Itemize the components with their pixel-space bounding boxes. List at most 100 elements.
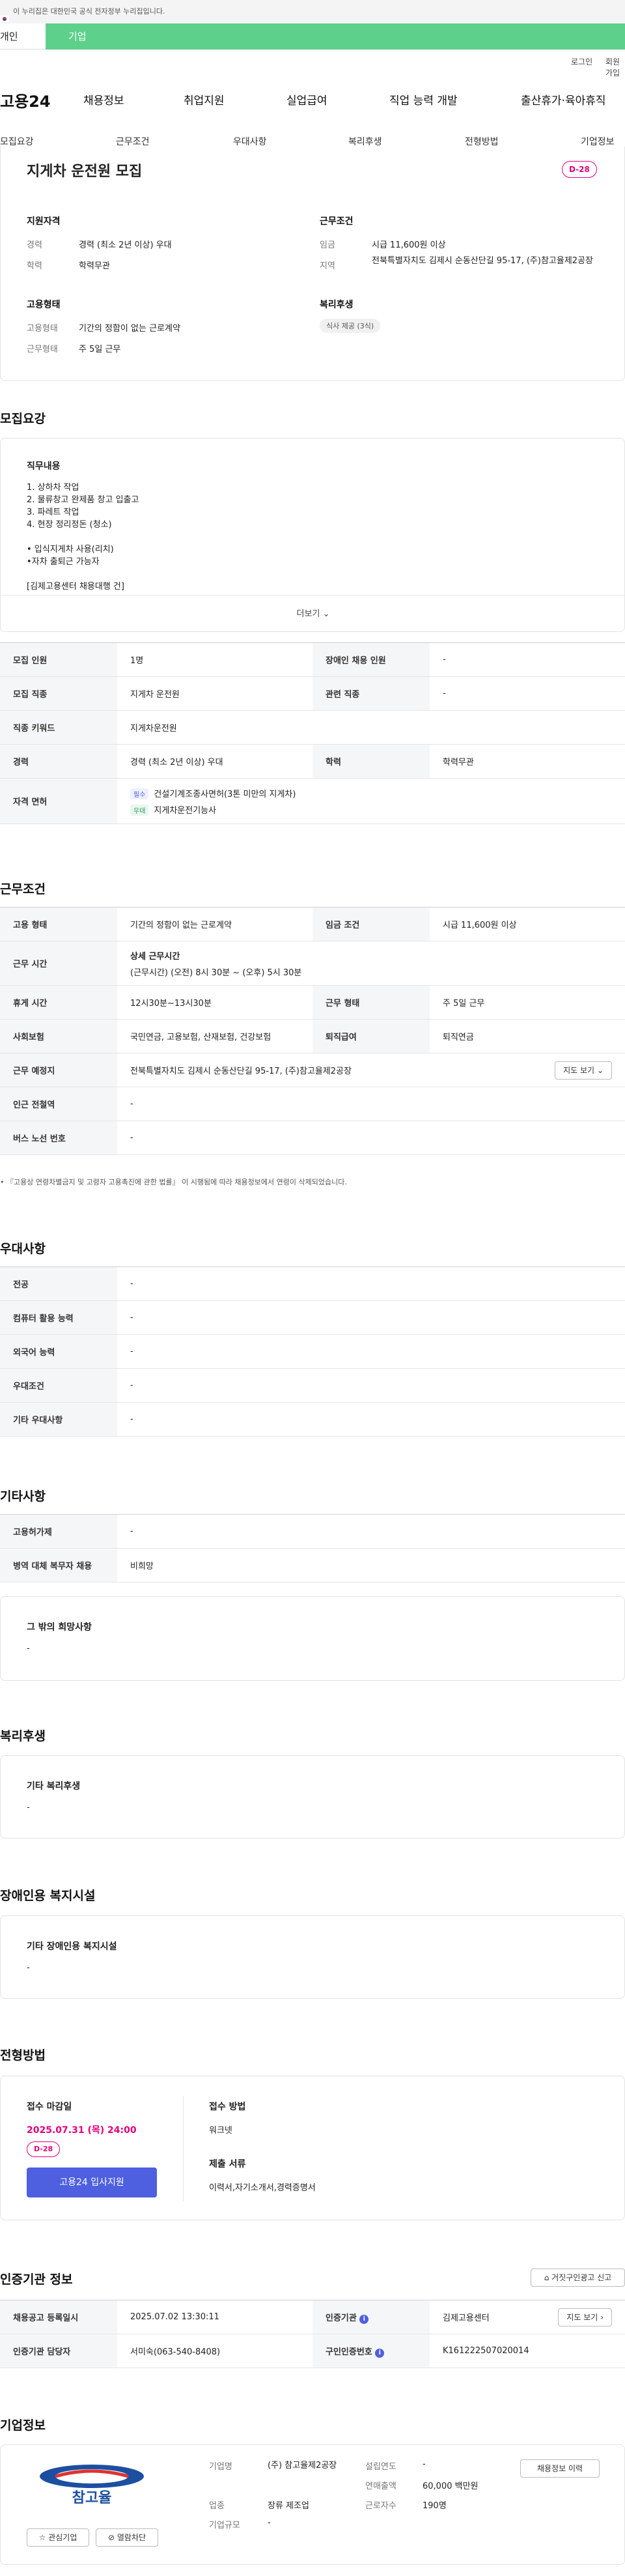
tab-business[interactable]: 기업 bbox=[46, 23, 625, 50]
wage-label: 임금 bbox=[320, 240, 335, 250]
tab-welfare[interactable]: 복리후생 bbox=[348, 135, 382, 148]
company-name-value: (주) 참고율제2공장 bbox=[268, 2461, 337, 2470]
age-note: • 『고용상 연령차별금지 및 고령자 고용촉진에 관한 법률』 이 시행됨에 … bbox=[0, 1178, 347, 1186]
cell-label: 구인인증번호 i bbox=[312, 2334, 430, 2368]
map-button[interactable]: 지도 보기 ⌄ bbox=[555, 1061, 612, 1080]
report-button[interactable]: ⌂ 거짓구인광고 신고 bbox=[531, 2268, 625, 2287]
cell-label: 휴게 시간 bbox=[0, 985, 117, 1020]
star-icon: ☆ bbox=[38, 2533, 46, 2542]
table-row: 모집 인원 1명 장애인 채용 인원 - bbox=[0, 642, 625, 677]
info-icon[interactable]: i bbox=[359, 2314, 369, 2324]
table-row: 근무 시간 상세 근무시간 (근무시간) (오전) 8시 30분 ~ (오후) … bbox=[0, 941, 625, 986]
cell-value: - bbox=[117, 1402, 625, 1437]
cert-table: 채용공고 등록일시 2025.07.02 13:30:11 인증기관 i 김제고… bbox=[0, 2300, 625, 2368]
cert-map-button[interactable]: 지도 보기 › bbox=[558, 2308, 612, 2326]
table-row: 직종 키워드 지게차운전원 bbox=[0, 710, 625, 745]
duty-line: 2. 물류창고 완제품 창고 입출고 bbox=[27, 495, 139, 505]
interest-label: 관심기업 bbox=[48, 2533, 77, 2542]
tab-conditions[interactable]: 근무조건 bbox=[116, 135, 150, 148]
chevron-down-icon: ⌄ bbox=[322, 609, 330, 619]
recruit-title: 모집요강 bbox=[0, 412, 46, 426]
region-value: 전북특별자치도 김제시 순동산단길 95-17, (주)참고율제2공장 bbox=[372, 256, 593, 266]
tab-preferences[interactable]: 우대사항 bbox=[233, 135, 267, 148]
cell-value: 퇴직연금 bbox=[430, 1019, 625, 1053]
apply-button[interactable]: 고용24 입사지원 bbox=[27, 2168, 157, 2197]
employees-value: 190명 bbox=[423, 2501, 447, 2511]
cell-value: - bbox=[117, 1300, 625, 1335]
cell-value: - bbox=[117, 1368, 625, 1403]
license-tag: 우대 bbox=[130, 804, 149, 816]
interest-button[interactable]: ☆ 관심기업 bbox=[27, 2528, 89, 2547]
cert-no-label: 구인인증번호 bbox=[326, 2347, 372, 2357]
cell-label: 인증기관 i bbox=[312, 2300, 430, 2334]
table-row: 채용공고 등록일시 2025.07.02 13:30:11 인증기관 i 김제고… bbox=[0, 2300, 625, 2334]
duty-box: 직무내용 1. 상하차 작업 2. 물류창고 완제품 창고 입출고 3. 파레트… bbox=[0, 438, 625, 632]
sales-value: 60,000 백만원 bbox=[423, 2482, 479, 2491]
logo[interactable]: 고용24 bbox=[0, 89, 51, 111]
cell-label: 근무 시간 bbox=[0, 941, 117, 986]
history-button[interactable]: 채용정보 이력 bbox=[520, 2459, 600, 2478]
table-row: 인증기관 담당자 서미숙(063-540-8408) 구인인증번호 i K161… bbox=[0, 2334, 625, 2368]
nav-unemployment-benefit[interactable]: 실업급여 bbox=[286, 91, 327, 107]
welfare-box-title: 기타 복리후생 bbox=[27, 1781, 81, 1792]
cell-label: 인근 전철역 bbox=[0, 1087, 117, 1121]
home-icon: ⌂ bbox=[544, 2273, 549, 2282]
cell-label: 퇴직급여 bbox=[312, 1019, 430, 1053]
cell-label: 자격 면허 bbox=[0, 778, 117, 824]
qual-title: 지원자격 bbox=[27, 216, 61, 227]
duty-line: •자차 출퇴근 가능자 bbox=[27, 557, 100, 567]
nav-vocational-training[interactable]: 직업 능력 개발 bbox=[389, 91, 458, 107]
hours-title: 상세 근무시간 bbox=[130, 951, 180, 962]
table-row: 경력 경력 (최소 2년 이상) 우대 학력 학력무관 bbox=[0, 744, 625, 779]
tab-screening[interactable]: 전형방법 bbox=[465, 135, 499, 148]
tab-individual[interactable]: 개인 bbox=[0, 23, 46, 50]
cell-label: 관련 직종 bbox=[312, 676, 430, 711]
license-item: 우대 지게차운전기능사 bbox=[130, 803, 612, 816]
worktype-value: 주 5일 근무 bbox=[79, 345, 121, 354]
cert-map-label: 지도 보기 bbox=[566, 2313, 598, 2322]
login-link[interactable]: 로그인 bbox=[571, 56, 592, 67]
cell-value: 경력 (최소 2년 이상) 우대 bbox=[117, 744, 312, 779]
table-row: 병역 대체 복무자 채용 비희망 bbox=[0, 1548, 625, 1582]
tab-recruit[interactable]: 모집요강 bbox=[0, 135, 34, 148]
info-icon[interactable]: i bbox=[375, 2348, 385, 2358]
duty-line: 4. 현장 정리정돈 (청소) bbox=[27, 520, 112, 530]
cell-label: 전공 bbox=[0, 1267, 117, 1301]
chevron-right-icon: › bbox=[600, 2313, 604, 2322]
duty-line: 3. 파레트 작업 bbox=[27, 508, 79, 517]
duty-spacer bbox=[27, 531, 482, 543]
more-button[interactable]: 더보기 ⌄ bbox=[1, 607, 625, 619]
nav-employment-support[interactable]: 취업지원 bbox=[184, 91, 225, 107]
welfare-box: 기타 복리후생 - bbox=[0, 1755, 625, 1839]
nav-parental-leave[interactable]: 출산휴가·육아휴직 bbox=[521, 91, 606, 107]
block-button[interactable]: ⊘ 열람차단 bbox=[96, 2528, 158, 2547]
welfare-pill: 식사 제공 (3식) bbox=[320, 319, 381, 333]
screening-title: 전형방법 bbox=[0, 2048, 46, 2063]
cell-label: 우대조건 bbox=[0, 1368, 117, 1403]
year-value: - bbox=[423, 2459, 426, 2469]
table-row: 휴게 시간 12시30분~13시30분 근무 형태 주 5일 근무 bbox=[0, 985, 625, 1020]
cell-value: 국민연금, 고용보험, 산재보험, 건강보험 bbox=[117, 1019, 312, 1053]
edu-value: 학력무관 bbox=[79, 261, 110, 271]
company-name-label: 기업명 bbox=[209, 2462, 232, 2472]
career-label: 경력 bbox=[27, 240, 42, 250]
cell-value: 12시30분~13시30분 bbox=[117, 985, 312, 1020]
welfare-section-title: 복리후생 bbox=[0, 1729, 46, 1743]
cell-label: 컴퓨터 활용 능력 bbox=[0, 1300, 117, 1335]
wish-value: - bbox=[27, 1644, 30, 1653]
hours-cell: 상세 근무시간 (근무시간) (오전) 8시 30분 ~ (오후) 5시 30분 bbox=[117, 941, 625, 986]
cell-value: 지게차운전원 bbox=[117, 710, 625, 745]
welfare-box-value: - bbox=[27, 1803, 30, 1812]
tab-company[interactable]: 기업정보 bbox=[581, 135, 615, 148]
cell-value: K161222507020014 bbox=[430, 2334, 625, 2368]
cell-label: 경력 bbox=[0, 744, 117, 779]
join-link[interactable]: 회원가입 bbox=[605, 56, 625, 78]
pref-title: 우대사항 bbox=[0, 1242, 46, 1256]
nav-jobs[interactable]: 채용정보 bbox=[83, 91, 124, 107]
deadline-value: 2025.07.31 (목) 24:00 bbox=[27, 2125, 137, 2136]
cell-value: - bbox=[117, 1087, 625, 1121]
table-row: 우대조건 - bbox=[0, 1368, 625, 1403]
cell-label: 사회보험 bbox=[0, 1019, 117, 1053]
cell-value: 2025.07.02 13:30:11 bbox=[117, 2300, 312, 2334]
sales-label: 연매출액 bbox=[365, 2482, 396, 2491]
